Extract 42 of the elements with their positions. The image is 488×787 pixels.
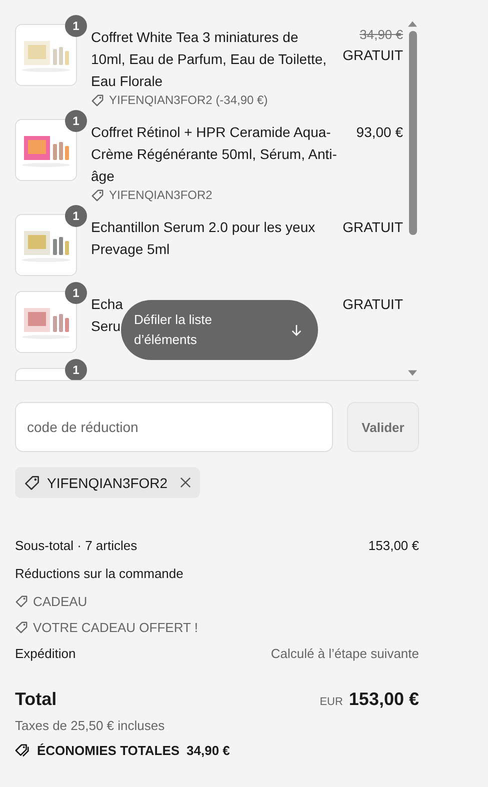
quantity-badge: 1 — [65, 282, 87, 304]
product-title: Echantillon Serum 2.0 pour les yeux Prevage 5ml — [91, 218, 316, 259]
item-price: GRATUIT — [342, 295, 403, 314]
item-price: GRATUIT — [342, 46, 403, 65]
quantity-badge: 1 — [65, 359, 87, 380]
discount-code-field[interactable]: code de réduction — [15, 402, 333, 452]
scrollbar[interactable] — [406, 21, 419, 376]
tag-icon — [91, 189, 104, 202]
total-label: Total — [15, 688, 57, 710]
discount-code: YIFENQIAN3FOR2 — [109, 188, 212, 203]
original-price: 34,90 € — [360, 26, 403, 44]
close-icon[interactable] — [180, 477, 191, 488]
savings-label: ÉCONOMIES TOTALES — [37, 743, 180, 758]
discount-code: YIFENQIAN3FOR2 (-34,90 €) — [109, 93, 268, 108]
currency-code: EUR — [320, 696, 343, 708]
discount-name: VOTRE CADEAU OFFERT ! — [33, 620, 198, 634]
product-title: Coffret Rétinol + HPR Ceramide Aqua- Crème Régénérante 50ml, Sérum, Anti- âge — [91, 123, 337, 186]
tag-icon — [15, 620, 28, 634]
taxes-note: Taxes de 25,50 € incluses — [15, 718, 165, 733]
quantity-badge: 1 — [65, 15, 87, 37]
item-price: GRATUIT — [342, 218, 403, 237]
shipping-label: Expédition — [15, 646, 76, 660]
tag-icon — [91, 94, 104, 107]
quantity-badge: 1 — [65, 110, 87, 132]
total-value: 153,00 € — [348, 688, 419, 710]
tags-icon — [15, 743, 30, 758]
product-title: Echa Seru — [91, 295, 123, 336]
subtotal-label: Sous-total · 7 articles — [15, 538, 138, 552]
quantity-badge: 1 — [65, 205, 87, 227]
tag-icon — [15, 594, 28, 608]
subtotal-value: 153,00 € — [368, 538, 419, 552]
shipping-value: Calculé à l’étape suivante — [270, 646, 419, 660]
scroll-up-icon[interactable] — [408, 21, 417, 27]
savings-value: 34,90 € — [186, 743, 230, 758]
code-label: YIFENQIAN3FOR2 — [47, 474, 168, 490]
product-title: Coffret White Tea 3 miniatures de 10ml, Eau de Parfum, Eau de Toilette, Eau Florale — [91, 28, 327, 91]
scroll-down-icon[interactable] — [408, 370, 417, 376]
arrow-down-icon — [291, 324, 302, 336]
item-price: 93,00 € — [356, 123, 403, 142]
discount-name: CADEAU — [33, 594, 88, 608]
discounts-label: Réductions sur la commande — [15, 566, 184, 580]
tag-icon — [24, 474, 40, 490]
